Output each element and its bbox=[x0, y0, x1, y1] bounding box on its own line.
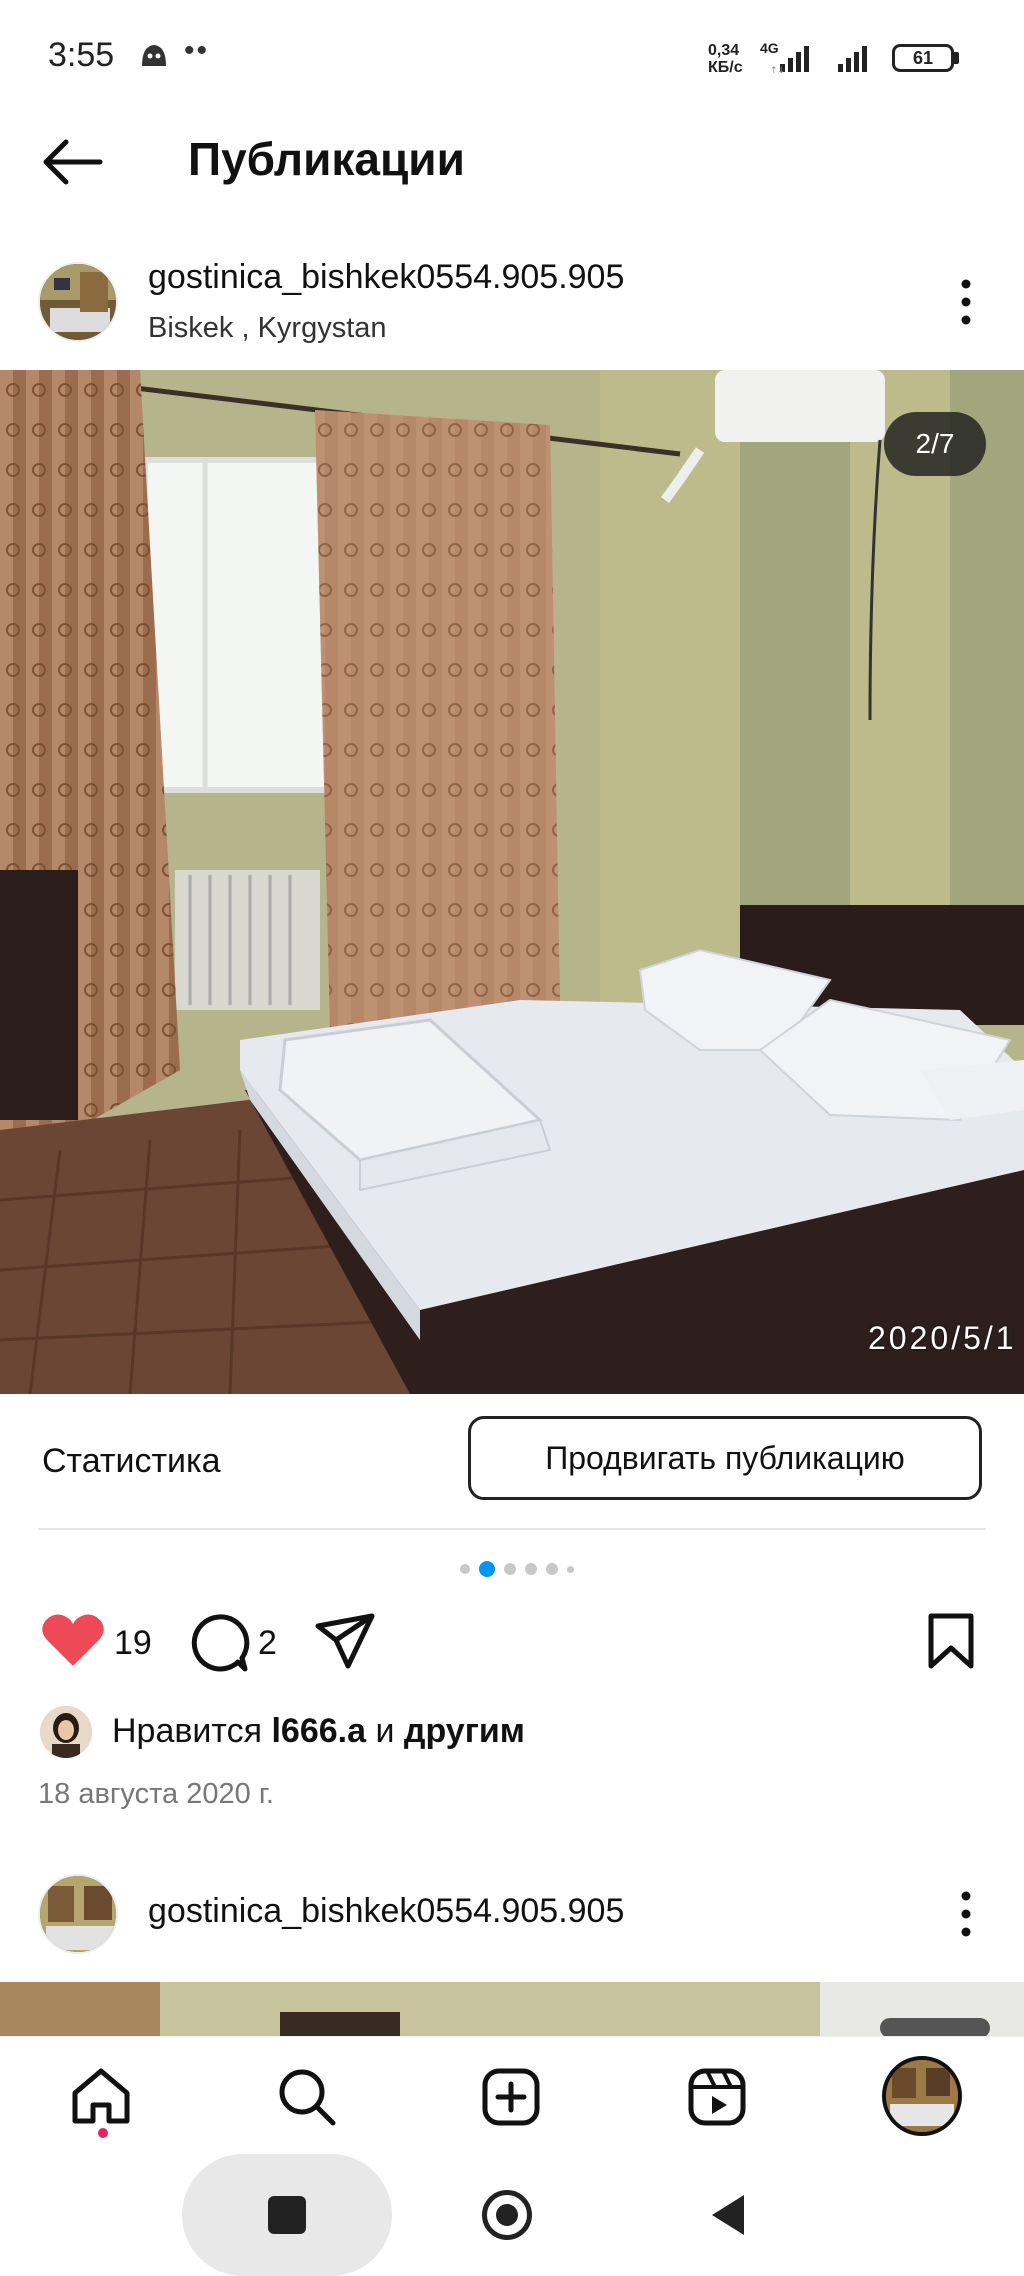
statistics-link[interactable]: Статистика bbox=[42, 1442, 221, 1481]
liked-by-user[interactable]: l666.a bbox=[271, 1712, 366, 1750]
nav-search[interactable] bbox=[262, 2052, 352, 2142]
nav-profile-avatar[interactable] bbox=[882, 2056, 962, 2136]
status-time: 3:55 bbox=[48, 36, 115, 74]
notification-bug-icon bbox=[142, 45, 166, 66]
reels-icon bbox=[688, 2068, 746, 2126]
second-post-username[interactable]: gostinica_bishkek0554.905.905 bbox=[148, 1892, 624, 1931]
liked-by-others[interactable]: другим bbox=[404, 1712, 525, 1750]
photo-date-stamp: 2020/5/1 bbox=[868, 1320, 1017, 1356]
post-location[interactable]: Biskek , Kyrgystan bbox=[148, 312, 387, 345]
second-post-image[interactable] bbox=[0, 1982, 1024, 2038]
second-post-more-icon[interactable] bbox=[946, 1884, 986, 1944]
search-icon bbox=[279, 2069, 336, 2126]
post-author-avatar[interactable] bbox=[38, 262, 118, 342]
add-post-icon bbox=[482, 2068, 540, 2126]
status-more-dots: •• bbox=[184, 34, 210, 67]
image-counter-badge: 2/7 bbox=[884, 412, 986, 476]
more-vertical-icon[interactable] bbox=[946, 272, 986, 332]
signal-icon-2 bbox=[838, 46, 867, 72]
page-title: Публикации bbox=[188, 133, 465, 185]
second-post-avatar[interactable] bbox=[38, 1874, 118, 1954]
bookmark-icon[interactable] bbox=[926, 1612, 976, 1670]
comment-icon[interactable] bbox=[188, 1612, 250, 1674]
carousel-dot bbox=[479, 1561, 495, 1577]
svg-text:↑↓: ↑↓ bbox=[770, 66, 785, 74]
comment-count[interactable]: 2 bbox=[258, 1624, 277, 1663]
liked-by-text[interactable]: Нравится l666.a и другим bbox=[112, 1712, 525, 1751]
share-icon[interactable] bbox=[314, 1612, 376, 1670]
carousel-dot bbox=[504, 1563, 516, 1575]
home-icon bbox=[72, 2068, 130, 2124]
nav-reels[interactable] bbox=[672, 2052, 762, 2142]
carousel-dot bbox=[567, 1565, 574, 1573]
promote-post-button[interactable]: Продвигать публикацию bbox=[468, 1416, 982, 1500]
battery-tip bbox=[954, 52, 959, 64]
system-back-icon[interactable] bbox=[708, 2192, 748, 2238]
home-button-inner bbox=[496, 2204, 518, 2226]
signal-icon: ↑↓ bbox=[770, 46, 809, 74]
recents-button[interactable] bbox=[268, 2196, 306, 2234]
home-notification-dot bbox=[98, 2128, 108, 2138]
battery-indicator: 61 bbox=[892, 44, 954, 72]
post-image[interactable] bbox=[0, 370, 1024, 1394]
network-speed: 0,34 КБ/с bbox=[708, 42, 743, 76]
liked-by-avatar[interactable] bbox=[40, 1706, 92, 1758]
heart-icon[interactable] bbox=[40, 1610, 106, 1670]
back-arrow-icon[interactable] bbox=[38, 132, 108, 192]
carousel-dot bbox=[546, 1563, 558, 1575]
like-count[interactable]: 19 bbox=[114, 1624, 152, 1663]
nav-create[interactable] bbox=[466, 2052, 556, 2142]
post-date: 18 августа 2020 г. bbox=[38, 1778, 274, 1810]
divider bbox=[38, 1528, 986, 1530]
carousel-dot bbox=[525, 1563, 537, 1575]
carousel-dot bbox=[460, 1564, 470, 1574]
carousel-indicator bbox=[460, 1560, 574, 1578]
post-username[interactable]: gostinica_bishkek0554.905.905 bbox=[148, 258, 624, 297]
